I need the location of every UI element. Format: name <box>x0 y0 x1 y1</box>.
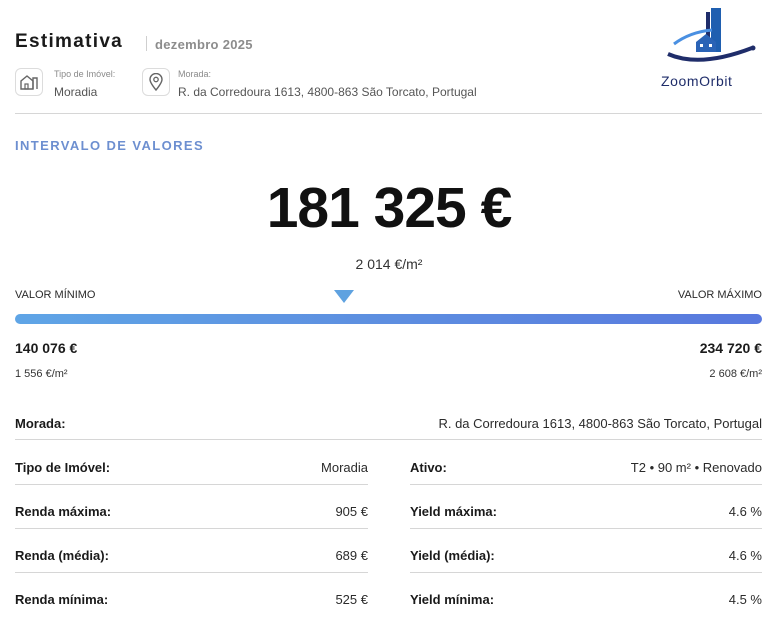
max-price-per-sqm: 2 608 €/m² <box>709 368 762 380</box>
row-divider <box>410 484 762 485</box>
zoomorbit-logo <box>660 6 760 68</box>
page-title: Estimativa <box>15 31 124 52</box>
report-date: dezembro 2025 <box>155 37 253 52</box>
property-type-row-label: Tipo de Imóvel: <box>15 460 111 475</box>
logo-wordmark: ZoomOrbit <box>661 73 733 89</box>
min-yield-label: Yield mínima: <box>410 592 495 607</box>
details-address-value: R. da Corredoura 1613, 4800-863 São Torc… <box>438 416 762 431</box>
row-divider <box>15 484 368 485</box>
price-per-sqm: 2 014 €/m² <box>355 256 423 272</box>
details-address-label: Morada: <box>15 416 66 431</box>
property-type-label: Tipo de Imóvel: <box>54 69 116 79</box>
avg-rent-label: Renda (média): <box>15 548 109 563</box>
header-divider <box>15 113 762 114</box>
row-divider <box>410 572 762 573</box>
min-rent-label: Renda mínima: <box>15 592 109 607</box>
max-yield-value: 4.6 % <box>728 504 762 519</box>
min-value: 140 076 € <box>15 340 78 356</box>
row-divider <box>15 528 368 529</box>
avg-yield-value: 4.6 % <box>728 548 762 563</box>
min-rent-value: 525 € <box>335 592 368 607</box>
value-range-bar <box>15 314 762 324</box>
row-divider <box>15 439 762 440</box>
avg-yield-label: Yield (média): <box>410 548 495 563</box>
section-title-value-range: INTERVALO DE VALORES <box>15 138 205 153</box>
estimate-marker <box>333 290 354 303</box>
min-value-label: VALOR MÍNIMO <box>15 289 96 301</box>
title-divider <box>146 36 147 51</box>
property-type-value: Moradia <box>54 85 98 99</box>
house-icon <box>15 68 43 96</box>
max-value: 234 720 € <box>699 340 762 356</box>
estimated-price: 181 325 € <box>266 176 513 240</box>
avg-rent-value: 689 € <box>335 548 368 563</box>
row-divider <box>15 572 368 573</box>
asset-label: Ativo: <box>410 460 447 475</box>
location-pin-icon <box>142 68 170 96</box>
min-yield-value: 4.5 % <box>728 592 762 607</box>
row-divider <box>410 528 762 529</box>
max-yield-label: Yield máxima: <box>410 504 497 519</box>
property-type-row-value: Moradia <box>321 460 368 475</box>
max-value-label: VALOR MÁXIMO <box>677 289 762 301</box>
asset-value: T2 • 90 m² • Renovado <box>630 460 762 475</box>
address-label: Morada: <box>178 69 212 79</box>
address-value: R. da Corredoura 1613, 4800-863 São Torc… <box>178 85 477 99</box>
min-price-per-sqm: 1 556 €/m² <box>15 368 68 380</box>
max-rent-label: Renda máxima: <box>15 504 112 519</box>
max-rent-value: 905 € <box>335 504 368 519</box>
